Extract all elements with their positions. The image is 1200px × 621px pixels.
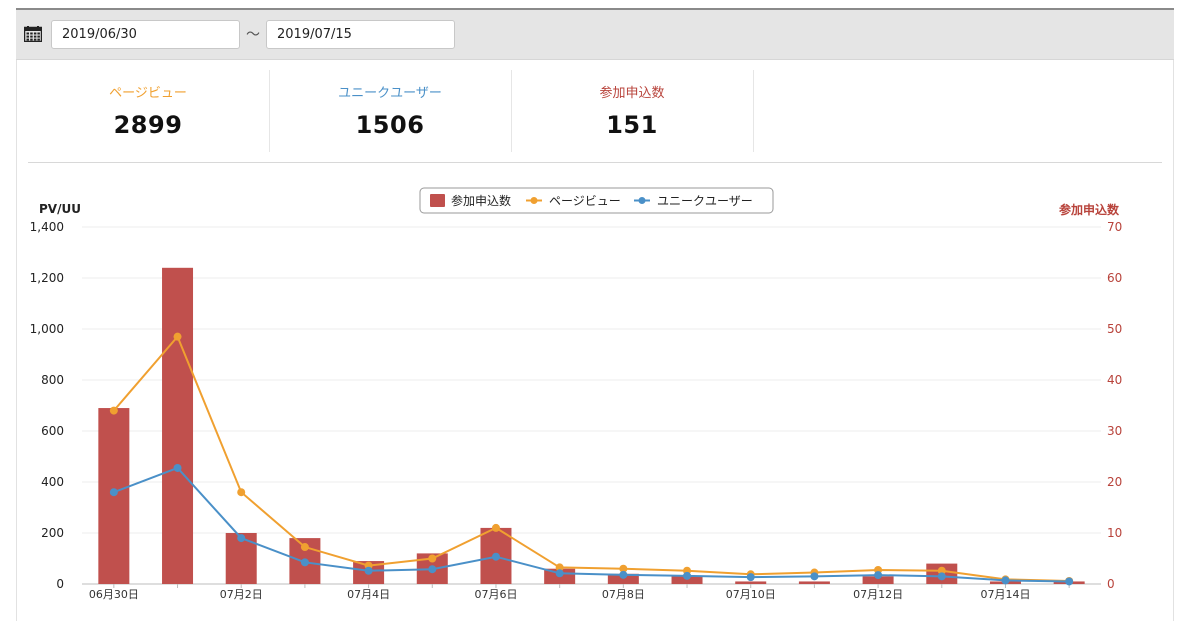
- series-line: [113, 466, 1070, 583]
- legend-swatch-bar: [430, 194, 445, 207]
- data-point: [937, 572, 946, 581]
- x-tick-label: 07月10日: [726, 588, 776, 601]
- data-point: [1065, 577, 1074, 586]
- data-point: [619, 570, 628, 579]
- legend-label: ページビュー: [549, 194, 621, 208]
- y-tick-right: 30: [1107, 424, 1122, 438]
- y-tick-left: 1,000: [30, 322, 64, 336]
- date-from-input[interactable]: [51, 20, 240, 49]
- data-point: [428, 565, 437, 574]
- legend-swatch-marker: [530, 197, 538, 204]
- data-point: [364, 566, 373, 575]
- y-tick-left: 1,200: [30, 271, 64, 285]
- date-to-input[interactable]: [266, 20, 455, 49]
- legend-label: ユニークユーザー: [657, 194, 753, 208]
- data-point: [237, 488, 246, 497]
- data-point: [874, 571, 883, 580]
- y-tick-right: 40: [1107, 373, 1122, 387]
- y-axis-title-left: PV/UU: [39, 202, 81, 216]
- legend-label: 参加申込数: [451, 193, 511, 208]
- x-tick-label: 07月14日: [980, 588, 1030, 601]
- legend-swatch-marker: [638, 197, 646, 204]
- data-point: [810, 572, 819, 581]
- y-tick-right: 20: [1107, 475, 1122, 489]
- y-axis-title-right: 参加申込数: [1059, 202, 1120, 217]
- x-tick-label: 07月2日: [220, 588, 263, 601]
- data-point: [746, 573, 755, 582]
- data-point: [300, 558, 309, 567]
- data-point: [109, 406, 118, 415]
- data-point: [300, 543, 309, 552]
- y-tick-right: 10: [1107, 526, 1122, 540]
- bar-applications: [798, 581, 830, 584]
- data-point: [491, 523, 500, 532]
- calendar-icon[interactable]: [24, 26, 42, 42]
- data-point: [491, 552, 500, 561]
- y-tick-left: 800: [41, 373, 64, 387]
- data-point: [173, 332, 182, 341]
- x-tick-label: 06月30日: [89, 588, 139, 601]
- bar-applications: [735, 581, 767, 584]
- y-tick-left: 1,400: [30, 220, 64, 234]
- data-point: [237, 534, 246, 543]
- y-tick-left: 200: [41, 526, 64, 540]
- y-tick-right: 0: [1107, 577, 1115, 591]
- x-tick-label: 07月12日: [853, 588, 903, 601]
- y-tick-right: 50: [1107, 322, 1122, 336]
- y-tick-left: 400: [41, 475, 64, 489]
- y-tick-left: 600: [41, 424, 64, 438]
- pv-uu-applications-chart: 0 0 200 10 400 20 600 30 800 40 1,000 50 1,200 60 1,40…: [30, 187, 1122, 601]
- data-point: [173, 463, 182, 472]
- data-point: [1001, 576, 1010, 585]
- data-point: [428, 554, 437, 563]
- bar-applications: [162, 267, 194, 584]
- data-point: [555, 569, 564, 578]
- x-tick-label: 07月8日: [602, 588, 645, 601]
- date-filter-bar: 〜: [16, 10, 1174, 60]
- y-tick-left: 0: [56, 577, 64, 591]
- report-panel: ページビュー 2899 ユニークユーザー 1506 参加申込数 151 0 0 20…: [16, 60, 1174, 621]
- data-point: [683, 571, 692, 580]
- x-tick-label: 07月4日: [347, 588, 390, 601]
- x-tick-label: 07月6日: [474, 588, 517, 601]
- data-point: [109, 488, 118, 497]
- y-tick-right: 70: [1107, 220, 1122, 234]
- date-range-separator: 〜: [246, 27, 260, 43]
- y-tick-right: 60: [1107, 271, 1122, 285]
